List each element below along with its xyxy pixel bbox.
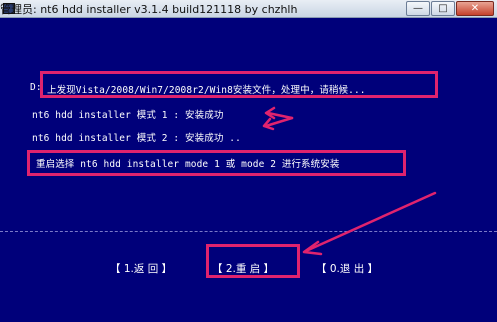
arrow-to-mode2-head bbox=[262, 117, 275, 131]
window-controls: — □ ✕ bbox=[406, 1, 494, 16]
divider bbox=[0, 231, 497, 232]
title-bar: 管理员: nt6 hdd installer v3.1.4 build12111… bbox=[0, 0, 497, 18]
mode1-status-line: nt6 hdd installer 模式 1 : 安装成功 bbox=[32, 110, 224, 121]
highlight-box-found-message bbox=[40, 71, 438, 98]
window-title: 管理员: nt6 hdd installer v3.1.4 build12111… bbox=[0, 3, 298, 16]
menu-back-option[interactable]: 【 1.返 回 】 bbox=[110, 261, 172, 276]
arrow-to-restart-option-head bbox=[302, 240, 323, 256]
arrow-to-mode2 bbox=[264, 116, 294, 128]
menu-exit-option[interactable]: 【 0.退 出 】 bbox=[316, 261, 378, 276]
mode2-status-line: nt6 hdd installer 模式 2 : 安装成功 .. bbox=[32, 133, 241, 144]
highlight-box-restart-note bbox=[27, 150, 406, 176]
arrow-to-mode1-head bbox=[264, 106, 276, 120]
highlight-box-restart-option bbox=[206, 244, 300, 278]
arrow-to-restart-option bbox=[304, 191, 437, 253]
minimize-button[interactable]: — bbox=[406, 1, 430, 16]
arrow-to-mode1 bbox=[266, 111, 294, 120]
close-button[interactable]: ✕ bbox=[456, 1, 494, 16]
maximize-button[interactable]: □ bbox=[431, 1, 455, 16]
console-area: D: 上发现Vista/2008/Win7/2008r2/Win8安装文件，处理… bbox=[0, 18, 497, 322]
